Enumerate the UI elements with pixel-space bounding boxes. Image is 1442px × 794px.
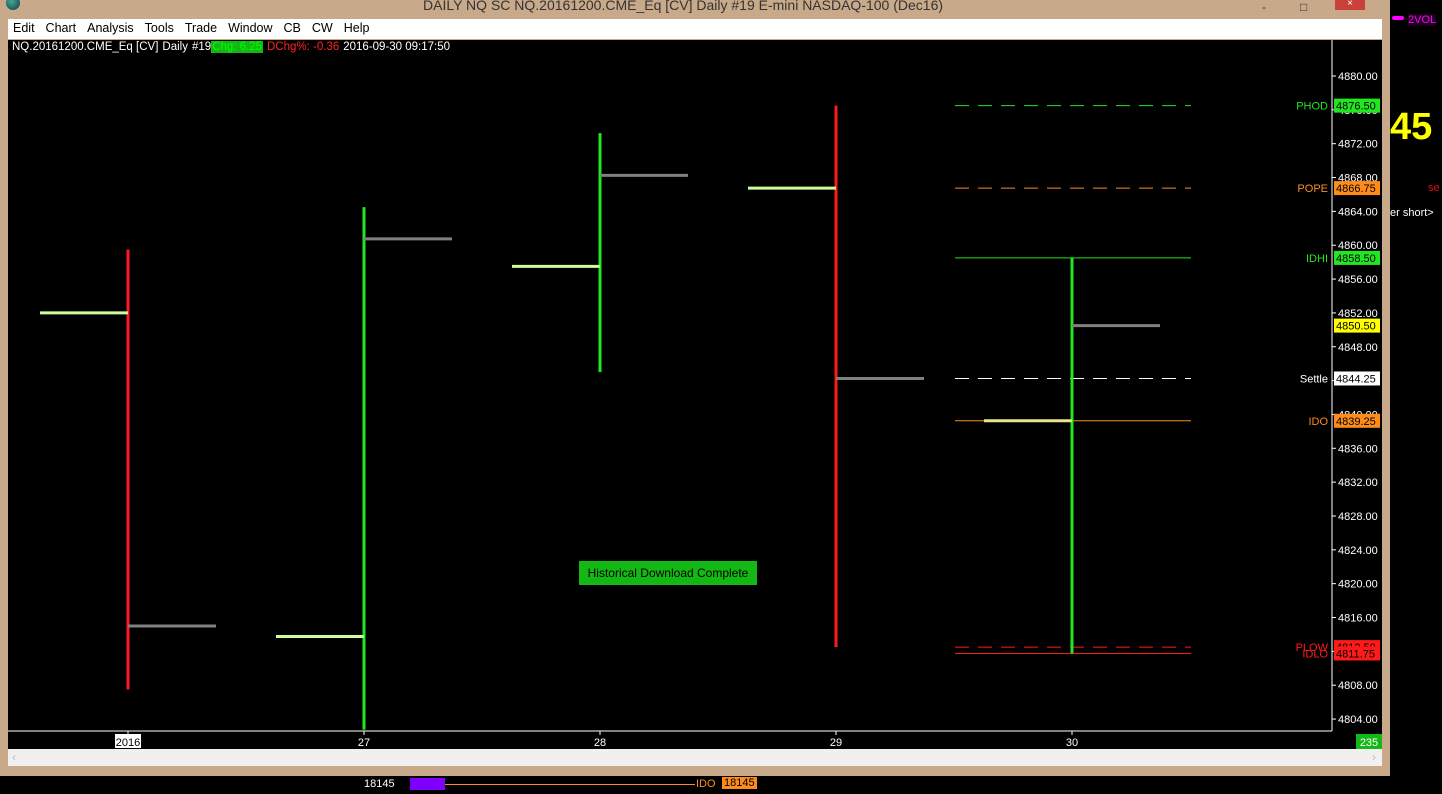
bottom-strip: 18145 IDO 18145 (0, 776, 1390, 794)
menu-cb[interactable]: CB (279, 19, 307, 39)
bottom-ido-label: IDO (696, 778, 716, 790)
bottom-ido-value: 18145 (722, 777, 757, 789)
side-white-text: er short> (1390, 207, 1434, 219)
x-tick-label: 28 (594, 737, 606, 749)
level-label-ido: IDO (1308, 416, 1328, 428)
y-tick-label: 4836.00 (1338, 443, 1378, 455)
bottom-price: 18145 (364, 778, 395, 790)
y-tick-label: 4872.00 (1338, 139, 1378, 151)
chart-area[interactable]: 4880.004876.004872.004868.004864.004860.… (8, 40, 1382, 749)
bottom-ido-line (445, 784, 695, 785)
scroll-right-icon[interactable]: › (1372, 750, 1376, 764)
x-tick-label: 2016 (116, 737, 140, 749)
level-label-idhi: IDHI (1306, 253, 1328, 265)
y-tick-label: 4832.00 (1338, 477, 1378, 489)
big-number: 45 (1390, 106, 1433, 148)
bar-count: 235 (1360, 737, 1378, 749)
menu-trade[interactable]: Trade (180, 19, 223, 39)
y-tick-label: 4804.00 (1338, 714, 1378, 726)
datetime: 2016-09-30 09:17:50 (343, 41, 451, 53)
close-button[interactable]: × (1335, 0, 1365, 10)
symbol: NQ.20161200.CME_Eq [CV] (12, 41, 159, 53)
level-price-value: 4839.25 (1336, 416, 1376, 428)
menu-bar: Edit Chart Analysis Tools Trade Window C… (8, 19, 1382, 39)
period: Daily (162, 41, 188, 53)
level-price-value: 4811.75 (1336, 648, 1375, 660)
level-price-value: 4844.25 (1336, 373, 1376, 385)
scroll-left-icon[interactable]: ‹ (12, 750, 16, 764)
menu-tools[interactable]: Tools (140, 19, 180, 39)
chart-header: NQ.20161200.CME_Eq [CV] Daily #19 Chg: 6… (12, 41, 454, 53)
horizontal-scrollbar[interactable]: ‹ › (8, 749, 1382, 766)
x-tick-label: 30 (1066, 737, 1078, 749)
menu-window[interactable]: Window (223, 19, 278, 39)
y-tick-label: 4848.00 (1338, 342, 1378, 354)
y-tick-label: 4860.00 (1338, 240, 1378, 252)
y-tick-label: 4808.00 (1338, 680, 1378, 692)
y-tick-label: 4864.00 (1338, 206, 1378, 218)
chart-number: #19 (191, 41, 212, 53)
x-tick-label: 29 (830, 737, 842, 749)
vol-marker-icon (1392, 16, 1404, 20)
minimize-button[interactable]: - (1262, 0, 1266, 14)
level-label-pope: POPE (1297, 183, 1328, 195)
y-tick-label: 4856.00 (1338, 274, 1378, 286)
chart-window: DAILY NQ SC NQ.20161200.CME_Eq [CV] Dail… (0, 0, 1390, 776)
app-logo-icon (6, 0, 20, 10)
level-price-value: 4866.75 (1336, 183, 1376, 195)
x-tick-label: 27 (358, 737, 370, 749)
y-tick-label: 4828.00 (1338, 511, 1378, 523)
y-tick-label: 4820.00 (1338, 579, 1378, 591)
level-label-settle: Settle (1300, 373, 1328, 385)
y-tick-label: 4816.00 (1338, 613, 1378, 625)
y-tick-label: 4852.00 (1338, 308, 1378, 320)
level-price-value: 4876.50 (1336, 101, 1376, 113)
vol-label: 2VOL (1408, 14, 1437, 26)
maximize-button[interactable]: □ (1300, 0, 1307, 14)
change-value: Chg: 6.25 (211, 41, 264, 53)
title-bar: DAILY NQ SC NQ.20161200.CME_Eq [CV] Dail… (0, 0, 1390, 18)
level-label-idlo: IDLO (1302, 648, 1328, 660)
bottom-bar (410, 778, 445, 790)
menu-cw[interactable]: CW (307, 19, 339, 39)
side-red-text: se (1428, 182, 1440, 194)
level-price-value: 4858.50 (1336, 253, 1376, 265)
level-price-value: 4850.50 (1336, 321, 1376, 333)
menu-edit[interactable]: Edit (8, 19, 41, 39)
side-panel: 2VOL 45 se er short> (1390, 0, 1442, 794)
window-title: DAILY NQ SC NQ.20161200.CME_Eq [CV] Dail… (423, 0, 944, 13)
menu-help[interactable]: Help (339, 19, 376, 39)
price-chart[interactable]: 4880.004876.004872.004868.004864.004860.… (8, 40, 1382, 749)
daily-change-percent: DChg%: -0.36 (267, 41, 340, 53)
level-label-phod: PHOD (1296, 101, 1328, 113)
menu-chart[interactable]: Chart (41, 19, 83, 39)
y-tick-label: 4824.00 (1338, 545, 1378, 557)
y-tick-label: 4880.00 (1338, 71, 1378, 83)
status-message: Historical Download Complete (579, 561, 757, 585)
menu-analysis[interactable]: Analysis (82, 19, 140, 39)
